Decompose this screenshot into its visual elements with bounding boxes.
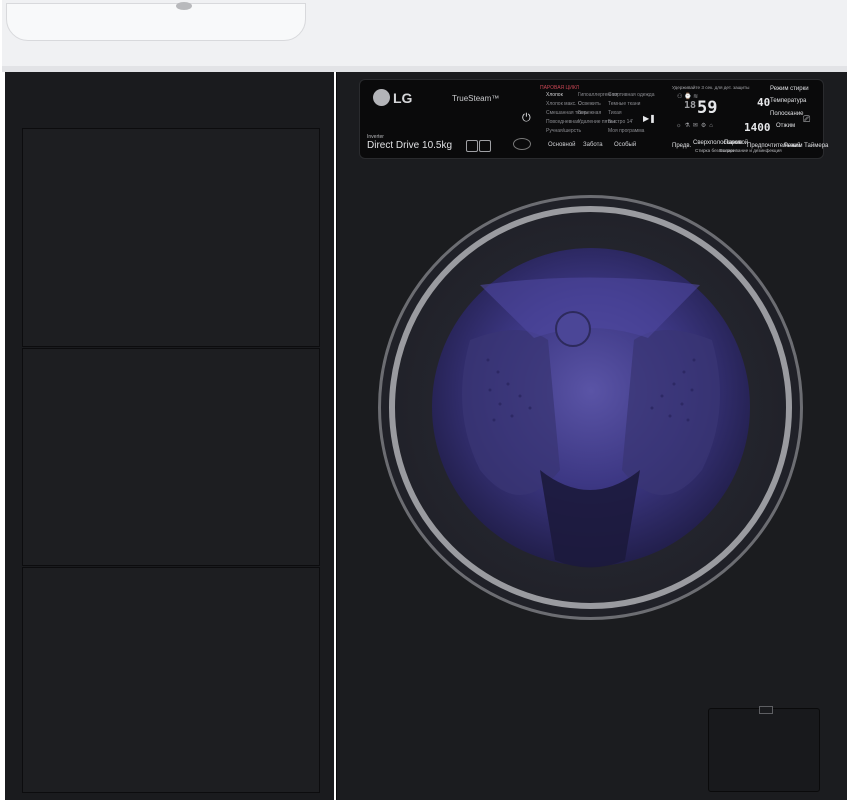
drum-lifter-bottom <box>540 470 640 568</box>
drum-lifter-left <box>462 330 560 495</box>
drum-hub <box>555 311 591 347</box>
filter-access-panel[interactable] <box>708 708 820 792</box>
filter-panel-notch[interactable] <box>759 706 773 714</box>
drum-lifter-right <box>622 330 720 495</box>
drum-svg <box>462 277 720 568</box>
